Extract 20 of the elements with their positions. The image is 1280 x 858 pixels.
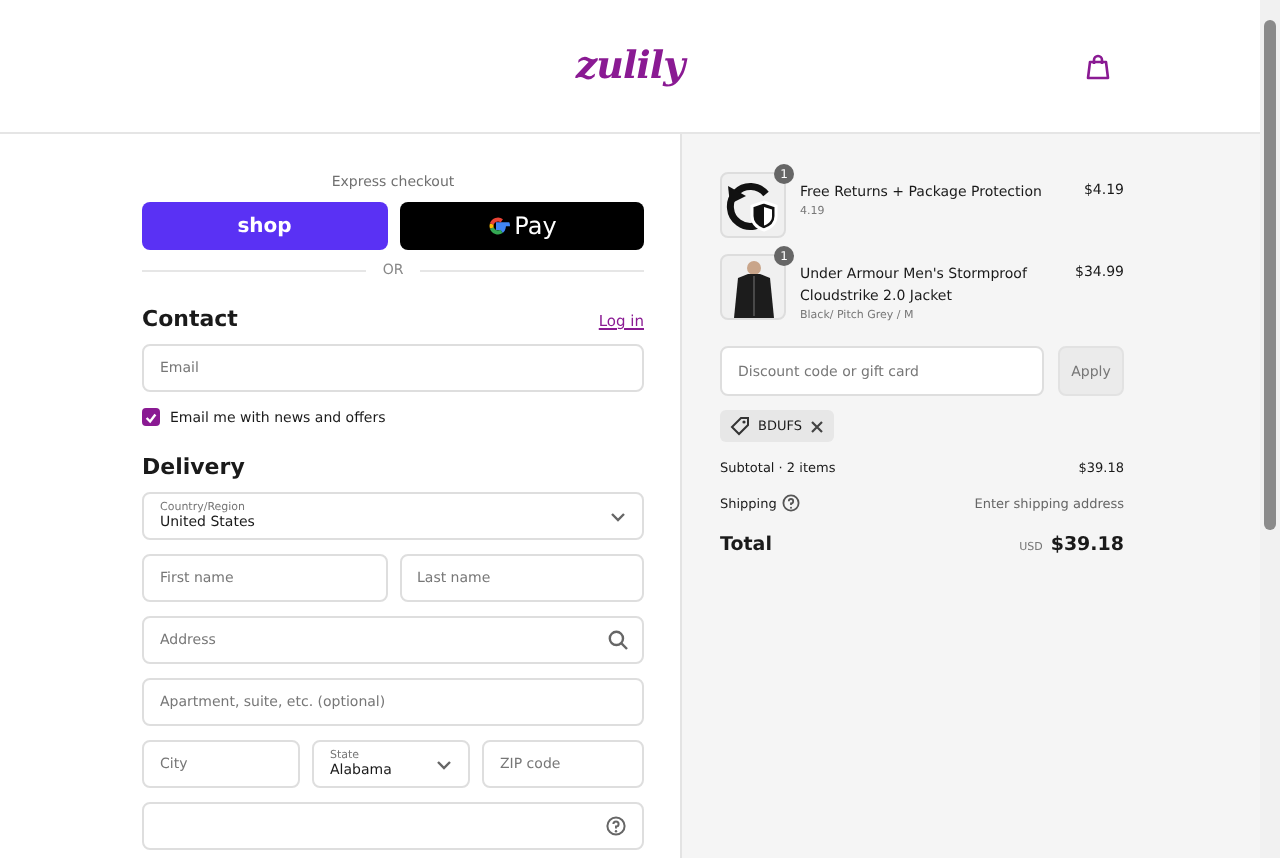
tag-icon	[730, 416, 750, 436]
section-heading: Delivery	[142, 454, 245, 480]
shop-pay-button[interactable]: shop	[142, 202, 387, 250]
google-pay-button[interactable]: Pay	[399, 202, 644, 250]
section-heading: Contact	[142, 306, 238, 332]
help-icon	[606, 816, 626, 836]
chevron-down-icon	[436, 759, 452, 769]
search-icon	[608, 630, 628, 650]
help-icon	[782, 494, 801, 512]
total-value: $39.18	[1050, 534, 1124, 556]
jacket-drawing	[731, 257, 775, 317]
close-icon[interactable]	[809, 419, 824, 433]
google-g-icon	[486, 214, 511, 238]
logo[interactable]: zulily	[575, 44, 685, 88]
shopping-bag-icon	[1086, 54, 1110, 80]
scrollbar[interactable]	[1260, 0, 1280, 858]
chevron-down-icon	[610, 511, 626, 521]
checkbox[interactable]	[142, 408, 160, 426]
total-label: Total	[720, 534, 772, 556]
phone-field[interactable]	[142, 802, 644, 850]
